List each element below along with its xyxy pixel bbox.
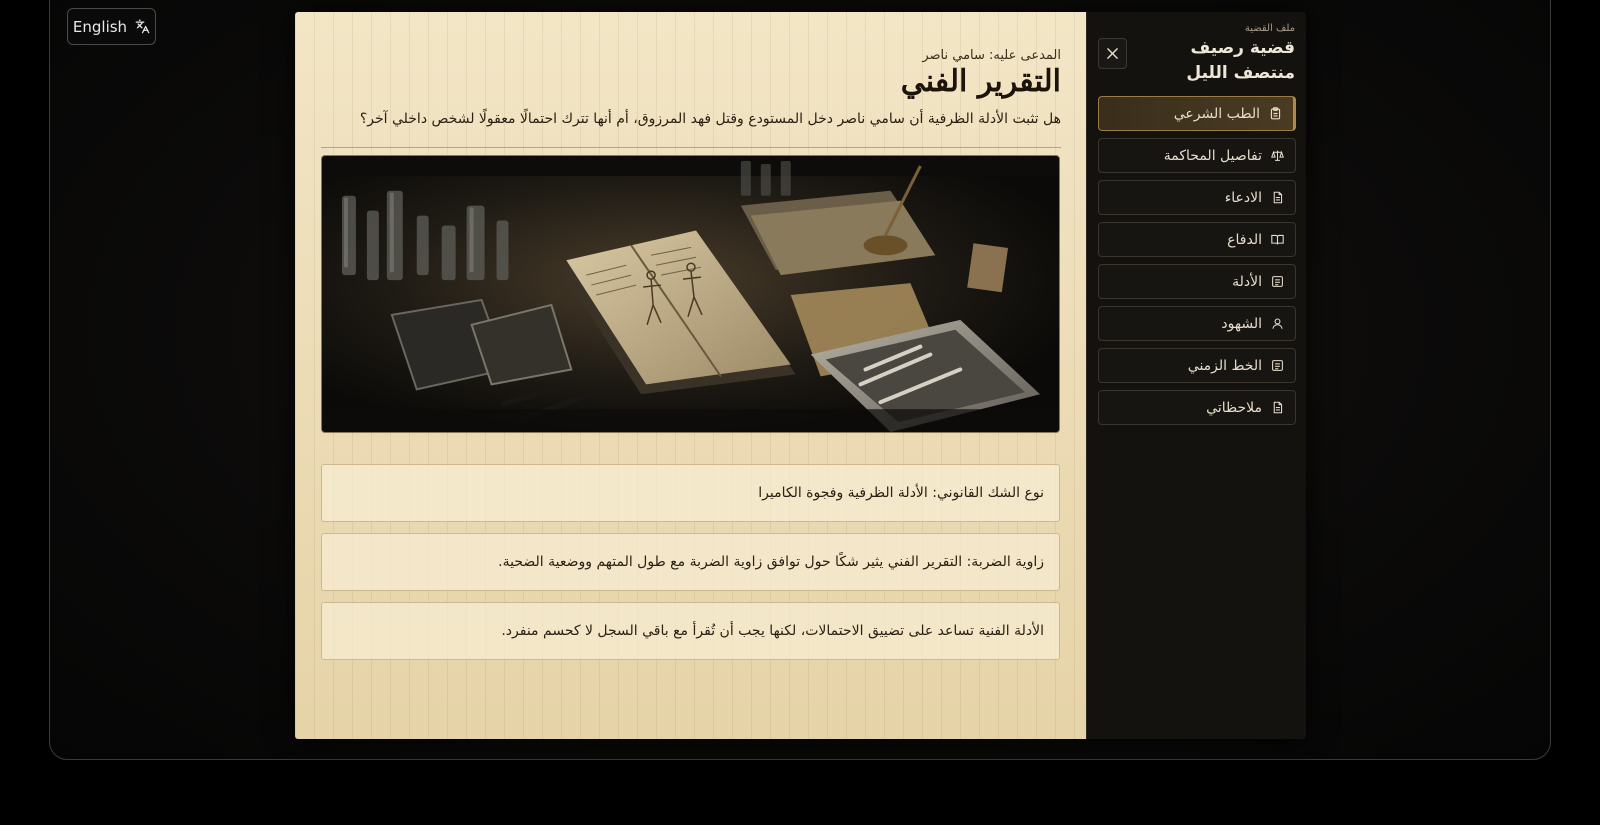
case-title: قضية رصيف منتصف الليل bbox=[1186, 38, 1295, 83]
document-title: التقرير الفني bbox=[900, 64, 1061, 99]
scales-icon bbox=[1271, 149, 1284, 162]
case-file-label: ملف القضية bbox=[1244, 23, 1295, 34]
nav-item-timeline[interactable]: الخط الزمني bbox=[1098, 348, 1296, 383]
note-card-strike-angle: زاوية الضربة: التقرير الفني يثير شكًا حو… bbox=[321, 533, 1060, 591]
nav-item-label: الطب الشرعي bbox=[1173, 105, 1260, 122]
nav-item-label: تفاصيل المحاكمة bbox=[1163, 147, 1262, 164]
book-open-icon bbox=[1271, 233, 1284, 246]
scroll-icon bbox=[1271, 275, 1284, 288]
accused-line: المدعى عليه: سامي ناصر bbox=[922, 48, 1061, 63]
case-dossier-modal: المدعى عليه: سامي ناصر التقرير الفني هل … bbox=[295, 12, 1306, 739]
nav-item-forensics[interactable]: الطب الشرعي bbox=[1098, 96, 1296, 131]
nav-item-label: الدفاع bbox=[1227, 231, 1262, 248]
document-icon bbox=[1271, 401, 1284, 414]
user-icon bbox=[1271, 317, 1284, 330]
close-button[interactable] bbox=[1098, 38, 1127, 69]
nav-item-defense[interactable]: الدفاع bbox=[1098, 222, 1296, 257]
note-card-doubt-type: نوع الشك القانوني: الأدلة الظرفية وفجوة … bbox=[321, 464, 1060, 522]
nav-item-witnesses[interactable]: الشهود bbox=[1098, 306, 1296, 341]
scroll-icon bbox=[1271, 359, 1284, 372]
close-icon bbox=[1107, 48, 1118, 59]
nav-item-prosecution[interactable]: الادعاء bbox=[1098, 180, 1296, 215]
nav-item-label: الخط الزمني bbox=[1187, 357, 1262, 374]
document-icon bbox=[1271, 191, 1284, 204]
document-panel: المدعى عليه: سامي ناصر التقرير الفني هل … bbox=[295, 12, 1086, 739]
nav-item-label: الشهود bbox=[1221, 315, 1262, 332]
forensic-photo bbox=[321, 155, 1060, 433]
case-question: هل تثبت الأدلة الظرفية أن سامي ناصر دخل … bbox=[359, 111, 1061, 127]
nav-item-label: الأدلة bbox=[1232, 273, 1262, 290]
note-card-technical-evidence: الأدلة الفنية تساعد على تضييق الاحتمالات… bbox=[321, 602, 1060, 660]
case-file-sidebar: ملف القضية قضية رصيف منتصف الليل الطب ال… bbox=[1086, 12, 1306, 739]
nav-item-my-notes[interactable]: ملاحظاتي bbox=[1098, 390, 1296, 425]
translate-icon bbox=[135, 19, 150, 34]
nav-item-label: الادعاء bbox=[1224, 189, 1262, 206]
note-text: الأدلة الفنية تساعد على تضييق الاحتمالات… bbox=[501, 623, 1044, 639]
nav-item-trial-details[interactable]: تفاصيل المحاكمة bbox=[1098, 138, 1296, 173]
note-text: نوع الشك القانوني: الأدلة الظرفية وفجوة … bbox=[758, 485, 1044, 501]
nav-item-label: ملاحظاتي bbox=[1206, 399, 1262, 416]
nav-item-evidence[interactable]: الأدلة bbox=[1098, 264, 1296, 299]
clipboard-icon bbox=[1269, 107, 1282, 120]
divider bbox=[321, 147, 1061, 148]
language-toggle-button[interactable]: English bbox=[67, 8, 156, 45]
note-text: زاوية الضربة: التقرير الفني يثير شكًا حو… bbox=[498, 554, 1044, 570]
language-label: English bbox=[72, 17, 128, 36]
